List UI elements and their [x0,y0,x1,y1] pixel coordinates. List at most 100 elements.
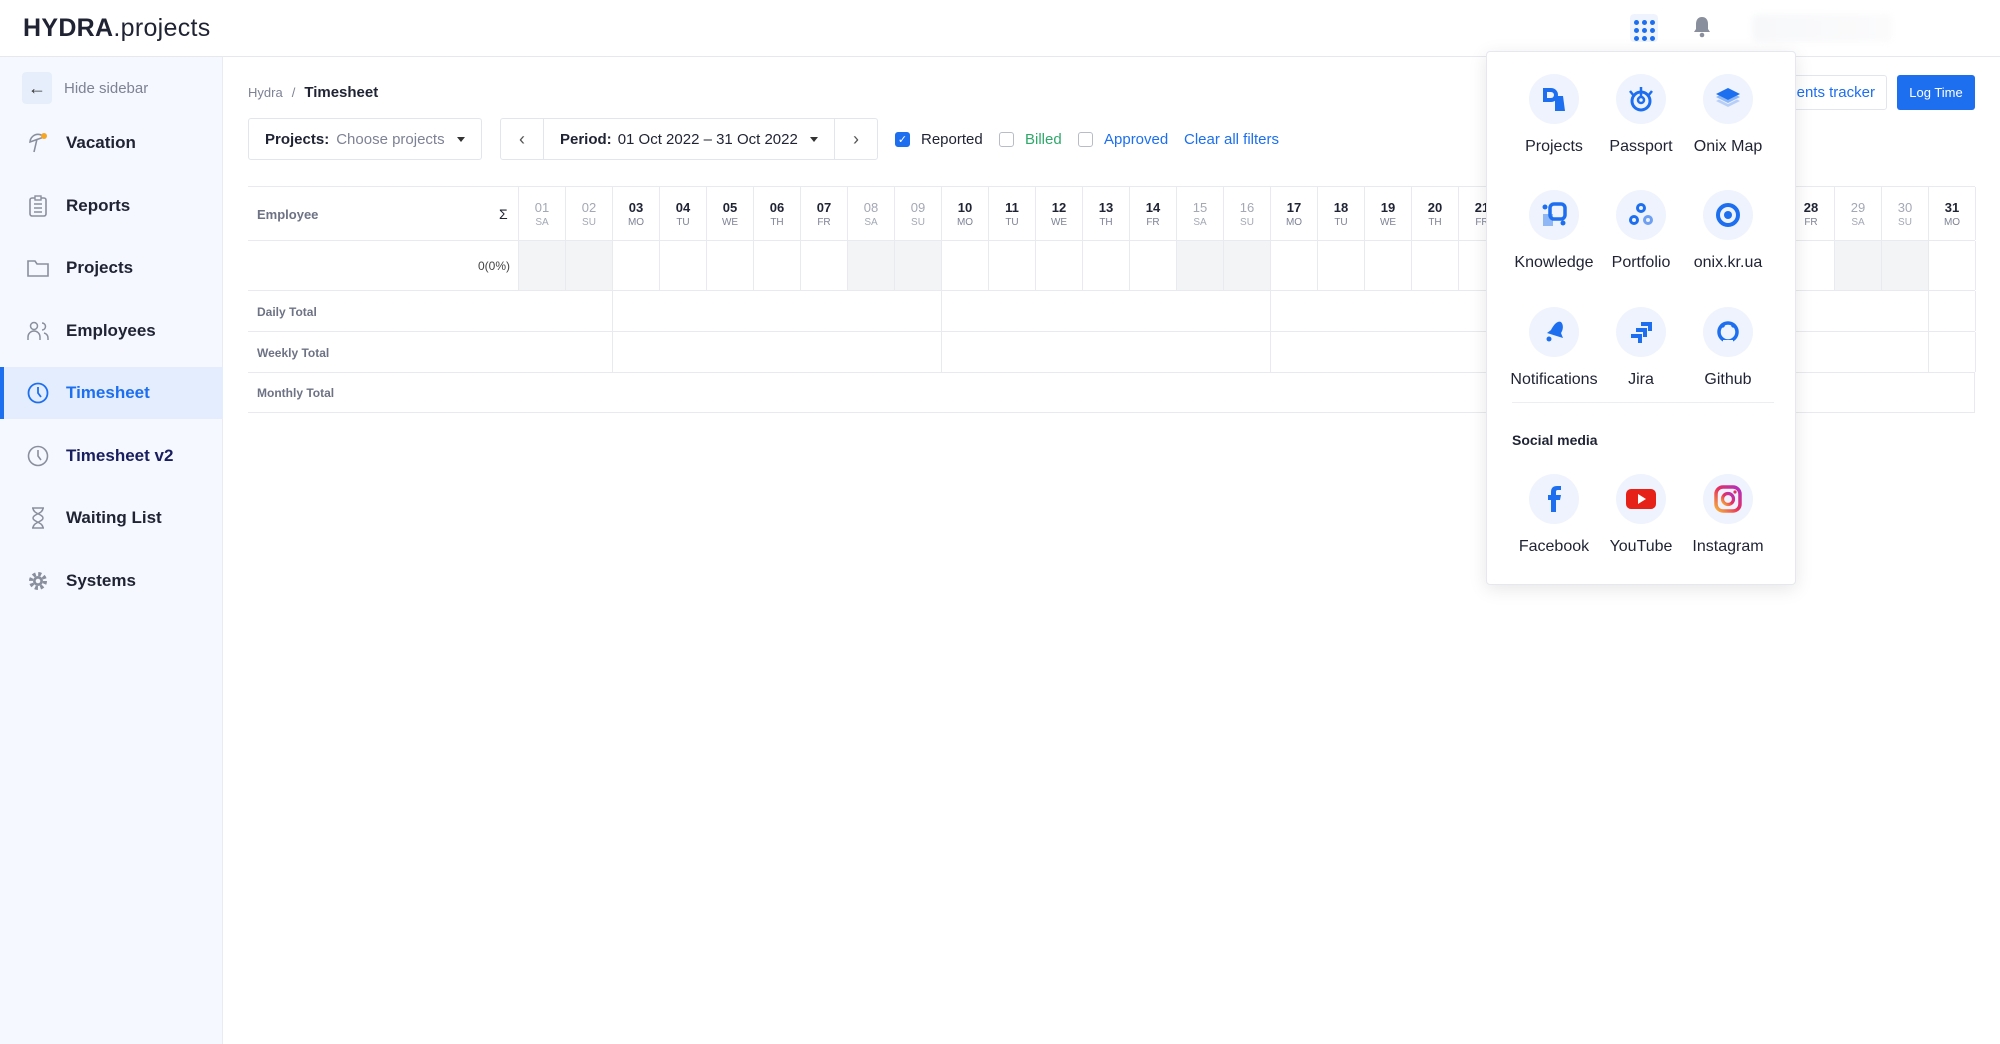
sidebar-item-systems[interactable]: Systems [0,555,223,607]
day-number: 20 [1427,200,1443,215]
day-cell[interactable] [1834,241,1881,290]
day-cell[interactable] [988,241,1035,290]
period-select[interactable]: Period: 01 Oct 2022 – 31 Oct 2022 [544,131,834,148]
day-cell[interactable] [659,241,706,290]
period-label: Period: [560,130,612,148]
reported-checkbox[interactable]: ✓ Reported [895,131,983,148]
day-header-08: 08 SA [847,187,894,240]
day-number: 18 [1333,200,1349,215]
apps-grid-icon[interactable] [1630,14,1658,42]
clear-filters-link[interactable]: Clear all filters [1184,131,1279,148]
app-label: Instagram [1692,538,1764,555]
app-github[interactable]: Github [1673,307,1783,389]
clock-icon [26,444,50,468]
user-menu[interactable] [1752,14,1892,42]
sidebar-item-waiting-list[interactable]: Waiting List [0,492,223,544]
day-cell[interactable] [941,241,988,290]
day-header-09: 09 SU [894,187,941,240]
billed-checkbox[interactable]: Billed [999,131,1062,148]
users-icon [26,319,50,343]
day-number: 30 [1897,200,1913,215]
github-icon [1703,307,1753,357]
day-cell[interactable] [1035,241,1082,290]
day-cell[interactable] [1129,241,1176,290]
logo[interactable]: HYDRA.projects [23,14,211,43]
day-cell[interactable] [847,241,894,290]
billed-label: Billed [1025,131,1062,148]
day-number: 06 [769,200,785,215]
arrow-left-icon: ← [22,72,52,104]
day-weekday: TH [1428,217,1442,228]
next-period-button[interactable]: › [834,119,877,159]
sidebar-item-label: Employees [66,321,156,340]
day-cell[interactable] [612,241,659,290]
breadcrumb-current: Timesheet [304,84,379,101]
day-number: 16 [1239,200,1255,215]
app-onix-site[interactable]: onix.kr.ua [1673,190,1783,272]
week-total-cell [1928,291,1975,331]
day-weekday: SA [1193,217,1207,228]
day-weekday: SA [864,217,878,228]
day-cell[interactable] [1317,241,1364,290]
day-number: 29 [1850,200,1866,215]
day-header-19: 19 WE [1364,187,1411,240]
day-cell[interactable] [518,241,565,290]
weekly-total-label: Weekly Total [257,346,330,360]
day-cell[interactable] [565,241,612,290]
day-cell[interactable] [894,241,941,290]
daily-total-label: Daily Total [257,305,317,319]
sidebar-item-label: Waiting List [66,508,162,527]
day-cell[interactable] [1928,241,1975,290]
day-cell[interactable] [1881,241,1928,290]
day-header-01: 01 SA [518,187,565,240]
app-label: Github [1704,371,1752,388]
sidebar-item-timesheet-v2[interactable]: Timesheet v2 [0,430,223,482]
day-cell[interactable] [1364,241,1411,290]
sidebar-item-employees[interactable]: Employees [0,305,223,357]
day-cell[interactable] [1176,241,1223,290]
projects-select[interactable]: Projects: Choose projects [248,118,482,160]
day-weekday: TU [676,217,690,228]
day-cell[interactable] [753,241,800,290]
prev-period-button[interactable]: ‹ [501,119,544,159]
day-weekday: MO [627,217,645,228]
day-cell[interactable] [1270,241,1317,290]
sidebar-item-label: Projects [66,258,134,277]
sidebar-item-projects[interactable]: Projects [0,242,223,294]
day-number: 28 [1803,200,1819,215]
day-cell[interactable] [1411,241,1458,290]
hide-sidebar-button[interactable]: ← Hide sidebar [22,72,148,104]
day-weekday: TH [770,217,784,228]
passport-icon [1616,74,1666,124]
sidebar-item-reports[interactable]: Reports [0,180,223,232]
day-header-13: 13 TH [1082,187,1129,240]
day-cell[interactable] [1082,241,1129,290]
projects-placeholder: Choose projects [336,130,445,148]
employee-column-header[interactable]: Employee [257,207,318,222]
bell-icon[interactable] [1692,16,1712,38]
approved-checkbox[interactable]: Approved [1078,131,1168,148]
day-cell[interactable] [800,241,847,290]
checkbox-empty-icon [999,132,1014,147]
app-label: Onix Map [1693,138,1763,155]
day-header-06: 06 TH [753,187,800,240]
day-cell[interactable] [706,241,753,290]
day-weekday: SU [582,217,596,228]
checkbox-empty-icon [1078,132,1093,147]
sidebar-item-timesheet[interactable]: Timesheet [0,367,223,419]
tracker-button[interactable]: ents tracker [1780,75,1887,110]
log-time-button[interactable]: Log Time [1897,75,1975,110]
clipboard-icon [26,194,50,218]
day-number: 14 [1145,200,1161,215]
day-cell[interactable] [1223,241,1270,290]
day-weekday: SU [1898,217,1912,228]
knowledge-icon [1529,190,1579,240]
sidebar: ← Hide sidebar Vacation Reports Projects … [0,57,223,1044]
social-instagram[interactable]: Instagram [1673,474,1783,556]
app-onix-map[interactable]: Onix Map [1673,74,1783,156]
day-header-18: 18 TU [1317,187,1364,240]
facebook-icon [1529,474,1579,524]
day-number: 02 [581,200,597,215]
sidebar-item-vacation[interactable]: Vacation [0,117,223,169]
breadcrumb-root[interactable]: Hydra [248,85,283,100]
